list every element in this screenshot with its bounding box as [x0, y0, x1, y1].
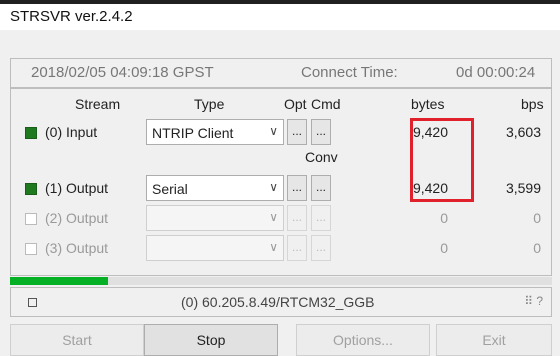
header-conv: Conv: [305, 149, 338, 165]
bytes-highlight-box: [410, 118, 474, 202]
strsvr-window: STRSVR ver.2.4.2 2018/02/05 04:09:18 GPS…: [0, 0, 560, 356]
current-time: 2018/02/05 04:09:18 GPST: [31, 64, 214, 81]
chevron-down-icon: ∨: [269, 240, 278, 254]
header-cmd: Cmd: [311, 96, 341, 112]
stream-type-value: Serial: [152, 181, 188, 197]
stop-button[interactable]: Stop: [144, 324, 278, 356]
info-bar: (0) 60.205.8.49/RTCM32_GGB ⠿ ?: [10, 287, 552, 317]
help-grip-glyph: ?: [536, 294, 543, 308]
progress-bar: [10, 277, 552, 285]
header-opt: Opt: [284, 96, 307, 112]
stream-info-text: (0) 60.205.8.49/RTCM32_GGB: [181, 294, 375, 310]
chevron-down-icon: ∨: [269, 180, 278, 194]
stream-label: (0) Input: [45, 124, 98, 140]
stream-checkbox[interactable]: [25, 243, 37, 255]
progress-fill: [10, 277, 108, 285]
stream-type-select[interactable]: ∨: [146, 235, 284, 261]
status-bar: 2018/02/05 04:09:18 GPST Connect Time: 0…: [10, 58, 552, 88]
header-type: Type: [194, 96, 225, 112]
stream-checkbox[interactable]: [25, 127, 37, 139]
stream-checkbox[interactable]: [25, 183, 37, 195]
conv-button[interactable]: ...: [311, 205, 331, 231]
bps-value: 0: [533, 240, 541, 256]
header-bps: bps: [521, 96, 544, 112]
connect-time-value: 0d 00:00:24: [456, 64, 536, 81]
help-grip-icon: ⠿ ?: [524, 294, 543, 308]
stream-label: (1) Output: [45, 180, 109, 196]
conv-button[interactable]: ...: [311, 175, 331, 201]
connect-time-label: Connect Time:: [301, 64, 398, 81]
trace-toggle-icon[interactable]: [28, 298, 37, 307]
stream-type-select[interactable]: ∨: [146, 205, 284, 231]
header-stream: Stream: [75, 96, 121, 112]
stream-row: (2) Output ∨ ... ... 0 0: [11, 205, 551, 233]
opt-button[interactable]: ...: [287, 119, 307, 145]
bps-value: 3,603: [505, 124, 541, 140]
exit-button[interactable]: Exit: [436, 324, 552, 356]
stream-label: (2) Output: [45, 210, 109, 226]
stream-type-select[interactable]: NTRIP Client ∨: [146, 119, 284, 145]
conv-button[interactable]: ...: [311, 235, 331, 261]
opt-button[interactable]: ...: [287, 175, 307, 201]
options-button[interactable]: Options...: [296, 324, 430, 356]
bps-value: 0: [533, 210, 541, 226]
stream-checkbox[interactable]: [25, 213, 37, 225]
header-bytes: bytes: [411, 96, 445, 112]
title-bar: STRSVR ver.2.4.2: [0, 0, 560, 30]
stream-type-value: NTRIP Client: [152, 125, 234, 141]
stream-row: (3) Output ∨ ... ... 0 0: [11, 235, 551, 263]
chevron-down-icon: ∨: [269, 124, 278, 138]
window-title: STRSVR ver.2.4.2: [10, 8, 133, 25]
opt-button[interactable]: ...: [287, 205, 307, 231]
chevron-down-icon: ∨: [269, 210, 278, 224]
stream-type-select[interactable]: Serial ∨: [146, 175, 284, 201]
bytes-value: 0: [440, 240, 448, 256]
stream-label: (3) Output: [45, 240, 109, 256]
cmd-button[interactable]: ...: [311, 119, 331, 145]
start-button[interactable]: Start: [10, 324, 144, 356]
bytes-value: 0: [440, 210, 448, 226]
bps-value: 3,599: [505, 180, 541, 196]
opt-button[interactable]: ...: [287, 235, 307, 261]
